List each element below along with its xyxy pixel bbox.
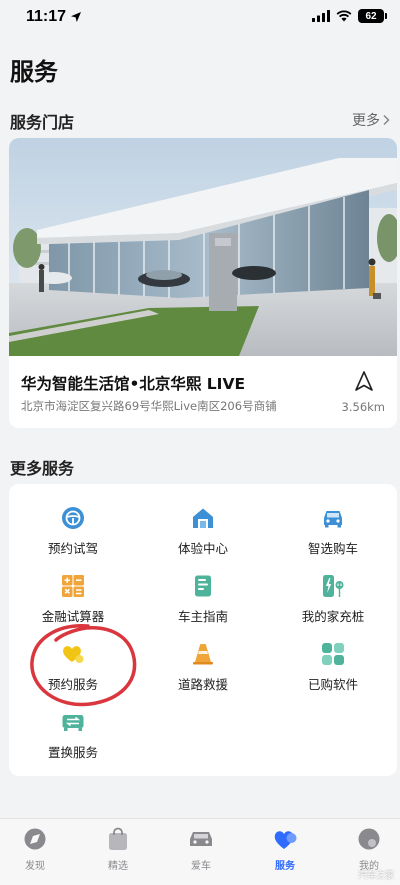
service-label: 已购软件 — [307, 677, 358, 692]
service-experience-center[interactable]: 体验中心 — [143, 506, 263, 566]
service-label: 智选购车 — [307, 541, 358, 556]
service-smart-car-purchase[interactable]: 智选购车 — [273, 506, 393, 566]
signal-icon — [312, 10, 330, 22]
service-label: 预约试驾 — [47, 541, 98, 556]
bottom-tab-bar: 发现 精选 爱车 服务 我的 — [0, 818, 400, 885]
store-section-title: 服务门店 — [10, 113, 75, 132]
service-label: 车主指南 — [177, 609, 228, 624]
service-home-charger[interactable]: 我的家充桩 — [273, 574, 393, 634]
tab-service[interactable]: 服务 — [250, 827, 320, 872]
status-time: 11:17 — [26, 8, 82, 26]
calculator-icon — [62, 575, 84, 597]
store-photo — [9, 138, 397, 356]
battery-level: 62 — [365, 10, 377, 22]
more-stores-link[interactable]: 更多 — [352, 110, 390, 130]
service-roadside-assistance[interactable]: 道路救援 — [143, 642, 263, 702]
page-title: 服务 — [10, 58, 58, 86]
tab-featured[interactable]: 精选 — [83, 827, 153, 872]
heart-service-icon — [63, 646, 84, 663]
service-finance-calculator[interactable]: 金融试算器 — [13, 574, 133, 634]
steering-wheel-icon — [62, 507, 84, 529]
car-icon — [324, 511, 342, 528]
battery-indicator: 62 — [358, 9, 387, 23]
service-appointment[interactable]: 预约服务 — [13, 642, 133, 702]
more-label: 更多 — [352, 113, 380, 129]
discover-icon — [24, 828, 46, 850]
service-test-drive[interactable]: 预约试驾 — [13, 506, 133, 566]
services-section-title: 更多服务 — [10, 459, 75, 478]
shopping-bag-icon — [109, 827, 127, 850]
store-address: 北京市海淀区复兴路69号华熙Live南区206号商铺 — [21, 399, 277, 413]
service-trade-in[interactable]: 置换服务 — [13, 710, 133, 770]
chevron-right-icon — [383, 114, 390, 126]
status-bar: 11:17 62 — [0, 0, 400, 36]
location-arrow-icon — [71, 12, 82, 22]
time-text: 11:17 — [26, 8, 67, 25]
profile-icon — [358, 828, 380, 850]
my-car-icon — [190, 832, 212, 846]
apps-grid-icon — [322, 643, 344, 665]
watermark: 汽车之家 — [357, 871, 394, 881]
service-label: 置换服务 — [47, 745, 98, 760]
store-card[interactable]: 华为智能生活馆•北京华熙 LIVE 北京市海淀区复兴路69号华熙Live南区20… — [9, 138, 397, 428]
service-purchased-software[interactable]: 已购软件 — [273, 642, 393, 702]
tab-label: 发现 — [25, 861, 45, 872]
store-distance: 3.56km — [341, 400, 385, 414]
service-label: 我的家充桩 — [301, 609, 365, 624]
tab-label: 服务 — [275, 861, 295, 872]
status-indicators: 62 — [312, 9, 387, 23]
tab-label: 爱车 — [191, 861, 211, 872]
trade-in-icon — [62, 715, 84, 731]
service-label: 体验中心 — [177, 541, 228, 556]
store-name: 华为智能生活馆•北京华熙 LIVE — [21, 375, 246, 393]
service-owner-guide[interactable]: 车主指南 — [143, 574, 263, 634]
service-label: 道路救援 — [177, 677, 228, 692]
navigation-arrow-icon[interactable] — [353, 370, 375, 392]
services-grid: 预约试驾 体验中心 智选购车 金融试算器 车主指南 我的家充桩 预约服务 道路救… — [9, 484, 397, 776]
wifi-icon — [336, 10, 352, 22]
home-icon — [193, 508, 213, 528]
charging-pile-icon — [323, 575, 344, 597]
tab-my-car[interactable]: 爱车 — [166, 827, 236, 872]
traffic-cone-icon — [193, 644, 213, 665]
service-heart-icon — [274, 831, 297, 849]
tab-label: 精选 — [108, 861, 128, 872]
guide-book-icon — [195, 575, 211, 597]
tab-discover[interactable]: 发现 — [0, 827, 70, 872]
tab-profile[interactable]: 我的 — [334, 827, 400, 872]
service-label: 金融试算器 — [41, 609, 105, 624]
service-label: 预约服务 — [47, 677, 98, 692]
